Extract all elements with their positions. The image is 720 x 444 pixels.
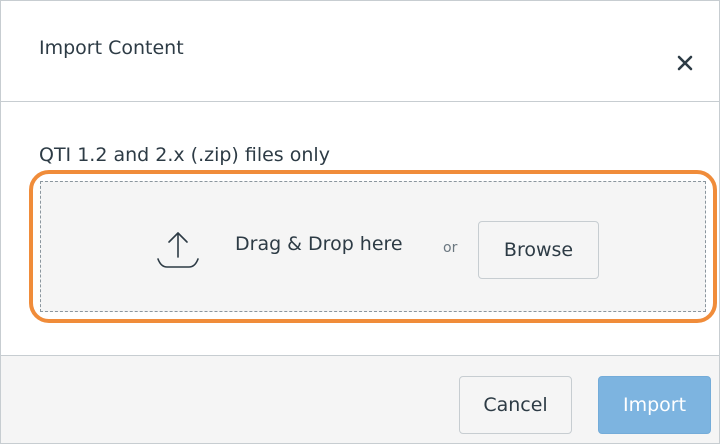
import-button[interactable]: Import [598, 376, 711, 434]
file-type-hint: QTI 1.2 and 2.x (.zip) files only [39, 144, 330, 166]
dialog-header: Import Content [1, 1, 719, 102]
close-icon [677, 55, 693, 71]
dialog-body: QTI 1.2 and 2.x (.zip) files only Drag &… [1, 102, 719, 355]
import-content-dialog: Import Content QTI 1.2 and 2.x (.zip) fi… [0, 0, 720, 444]
drag-drop-label: Drag & Drop here [235, 233, 403, 255]
cancel-button[interactable]: Cancel [459, 376, 572, 434]
browse-button[interactable]: Browse [478, 221, 599, 279]
dialog-title: Import Content [39, 37, 184, 59]
close-button[interactable] [665, 43, 705, 83]
or-label: or [443, 240, 458, 256]
upload-icon [157, 232, 199, 268]
file-dropzone[interactable]: Drag & Drop here or Browse [40, 181, 706, 312]
dialog-footer: Cancel Import [1, 355, 719, 443]
